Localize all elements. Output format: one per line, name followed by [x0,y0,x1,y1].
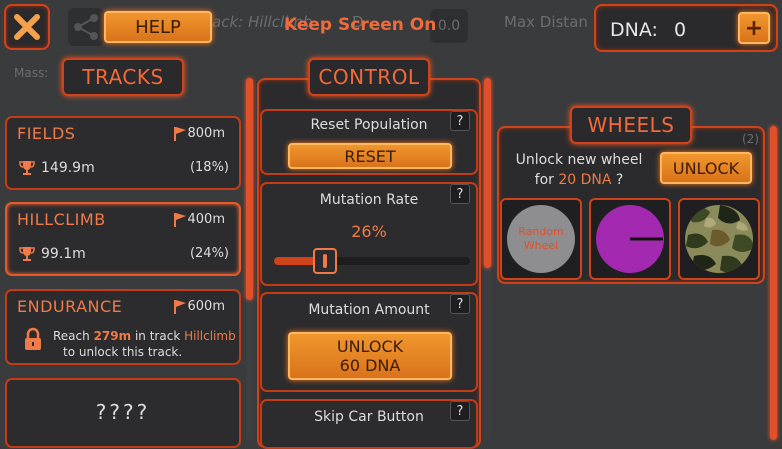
unlock-mutation-amount-button[interactable]: UNLOCK 60 DNA [288,332,452,380]
reset-population-label: Reset Population [310,117,428,133]
reset-help-button[interactable]: ? [450,111,470,131]
tracks-scroll-thumb[interactable] [246,78,253,300]
skip-car-section: Skip Car Button ? [260,399,478,449]
skip-car-help-button[interactable]: ? [450,401,470,421]
control-scroll-thumb[interactable] [484,78,491,268]
mutation-rate-label: Mutation Rate [319,192,419,208]
wheels-title: WHEELS [570,106,692,144]
unknown-track-label: ???? [95,400,151,424]
unlock-wheel-text-2: for [534,172,554,188]
reset-button[interactable]: RESET [288,143,452,169]
wheel-slot-camo[interactable] [678,198,760,280]
flag-icon [174,300,186,314]
lock-value: 279m [93,329,132,343]
unlock-wheel-button[interactable]: UNLOCK [660,152,752,184]
plus-icon: + [744,15,764,41]
lock-message: Reach 279m in track Hillclimb to unlock … [53,328,243,360]
track-card-fields[interactable]: FIELDS 800m 149.9m (18%) [5,116,241,190]
track-card-unknown[interactable]: ???? [5,378,241,448]
track-percent: (24%) [189,246,229,261]
track-card-endurance[interactable]: ENDURANCE 600m Reach 279m in track Hillc… [5,289,241,365]
track-best: 149.9m [41,160,95,176]
unlock-cost: 60 DNA [339,356,401,375]
wheels-count: (2) [742,132,759,146]
unlock-wheel-cost: 20 DNA [558,172,612,188]
track-best: 99.1m [41,246,86,262]
dna-value: 0 [674,19,687,41]
mutation-amount-label: Mutation Amount [308,302,430,318]
question-icon: ? [456,186,464,202]
control-scrollbar[interactable] [484,78,491,440]
bg-dist-value: 0.0 [437,18,461,34]
unlock-wheel-text-1: Unlock new wheel [515,152,643,168]
mutation-rate-section: Mutation Rate ? 26% [260,182,478,286]
lock-text-2: in track [134,329,181,343]
lock-track: Hillclimb [184,329,236,343]
close-button[interactable] [4,4,50,50]
reset-button-label: RESET [344,146,396,166]
random-wheel-label: Random Wheel [518,225,564,252]
purple-wheel-icon [596,205,664,273]
flag-icon [174,127,186,141]
mutation-rate-slider-knob[interactable] [313,248,337,274]
bg-max-distance: Max Distan [504,13,588,31]
close-icon [14,14,40,40]
tracks-title: TRACKS [62,58,184,96]
question-icon: ? [456,296,464,312]
unlock-wheel-text: Unlock new wheel for 20 DNA ? [504,150,654,190]
track-name: HILLCLIMB [17,210,106,229]
track-distance: 800m [187,126,225,141]
wheels-scroll-thumb[interactable] [770,126,777,440]
flag-icon [174,213,186,227]
lock-text-3: to unlock this track. [63,345,183,359]
bg-mass: Mass: [14,66,49,80]
control-title-label: CONTROL [318,65,420,89]
wheels-title-label: WHEELS [587,113,675,137]
wheel-slot-purple[interactable] [589,198,671,280]
reset-population-section: Reset Population ? RESET [260,109,478,175]
keep-screen-on-label[interactable]: Keep Screen On [284,15,436,35]
control-title: CONTROL [308,58,430,96]
skip-car-label: Skip Car Button [314,409,424,425]
add-dna-button[interactable]: + [738,12,770,44]
mutation-amount-section: Mutation Amount ? UNLOCK 60 DNA [260,292,478,392]
dna-label: DNA: [610,19,658,41]
track-name: FIELDS [17,124,76,143]
random-wheel: Random Wheel [507,205,575,273]
lock-text-1: Reach [53,329,90,343]
tracks-title-label: TRACKS [82,65,164,89]
mutation-amount-help-button[interactable]: ? [450,294,470,314]
track-name: ENDURANCE [17,297,123,316]
share-icon[interactable] [68,8,104,46]
mutation-rate-value: 26% [351,222,387,241]
trophy-icon [19,161,35,175]
track-percent: (18%) [189,160,229,175]
unlock-label: UNLOCK [336,337,404,356]
tracks-scrollbar[interactable] [246,78,253,440]
help-button-label: HELP [135,16,181,38]
wheels-scrollbar[interactable] [770,126,777,440]
track-distance: 600m [187,299,225,314]
trophy-icon [19,247,35,261]
wheel-slot-random[interactable]: Random Wheel [500,198,582,280]
help-button[interactable]: HELP [104,11,212,43]
question-icon: ? [456,403,464,419]
mutation-rate-slider[interactable] [274,248,470,274]
track-distance: 400m [187,212,225,227]
unlock-wheel-button-label: UNLOCK [672,158,740,178]
track-card-hillclimb[interactable]: HILLCLIMB 400m 99.1m (24%) [5,202,241,276]
unlock-wheel-text-3: ? [615,172,624,188]
camo-wheel-icon [685,205,753,273]
question-icon: ? [456,113,464,129]
mutation-rate-help-button[interactable]: ? [450,184,470,204]
lock-icon [25,327,41,350]
